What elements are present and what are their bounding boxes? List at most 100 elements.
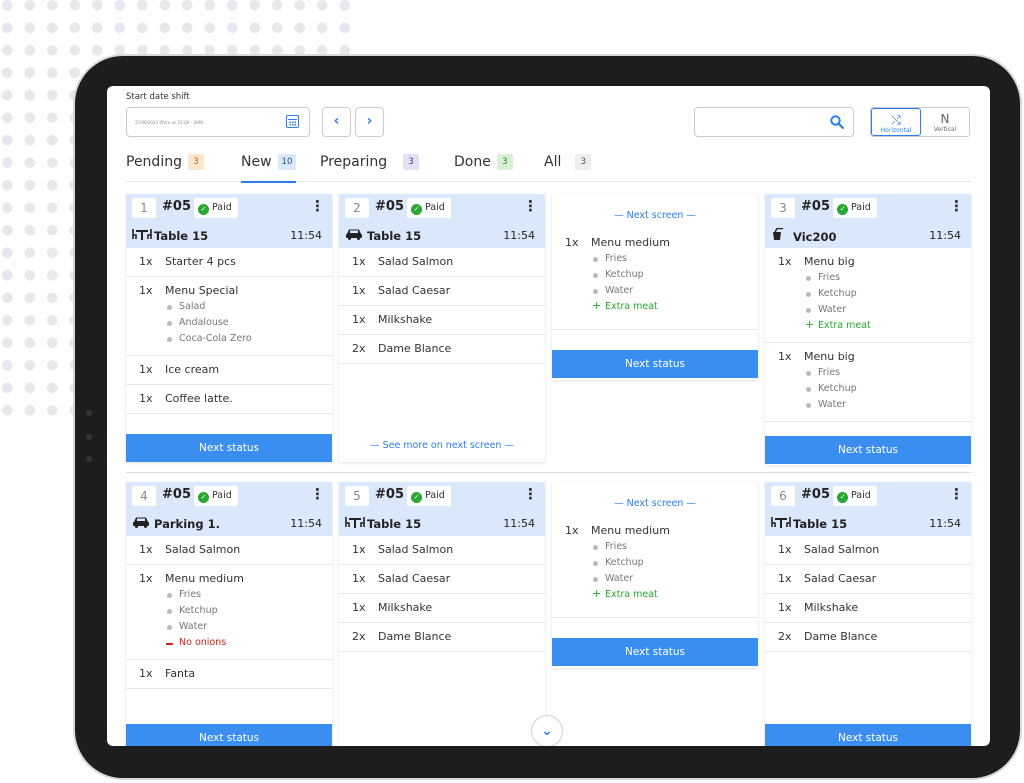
item-quantity: 1x	[778, 543, 792, 556]
tab-preparing[interactable]: Preparing 3	[320, 154, 420, 182]
tab-new[interactable]: New 10	[241, 154, 297, 183]
more-options-icon[interactable]: ⋮	[949, 199, 964, 214]
modifier: Ketchup	[804, 286, 971, 302]
next-status-button[interactable]: Next status	[765, 724, 971, 746]
location-label: Table 15	[367, 229, 422, 243]
check-icon: ✓	[837, 204, 848, 215]
next-date-button[interactable]: ›	[355, 107, 384, 137]
order-number: #05	[375, 199, 404, 214]
order-number: #05	[162, 487, 191, 502]
more-options-icon[interactable]: ⋮	[523, 487, 538, 502]
order-item: 2x Dame Blance	[339, 335, 545, 364]
modifier: Water	[591, 283, 758, 299]
search-input[interactable]	[694, 107, 854, 137]
item-modifiers: FriesKetchupWaterExtra meat	[591, 251, 758, 315]
order-time: 11:54	[929, 229, 961, 242]
next-status-button[interactable]: Next status	[552, 638, 758, 666]
order-item: 1x Fanta	[126, 660, 332, 689]
row-divider	[126, 472, 971, 473]
order-time: 11:54	[929, 517, 961, 530]
more-options-icon[interactable]: ⋮	[310, 487, 325, 502]
paid-badge: ✓ Paid	[194, 486, 238, 506]
order-time: 11:54	[503, 517, 535, 530]
card-location: Table 15	[771, 516, 847, 531]
order-item: 1x Salad Salmon	[339, 248, 545, 277]
order-item: 1x Menu medium FriesKetchupWaterExtra meat	[552, 236, 758, 330]
card-location: Table 15	[345, 516, 421, 531]
more-options-icon[interactable]: ⋮	[949, 487, 964, 502]
order-card: 1 #05 ✓ Paid ⋮ Table 15 11:54 1x Starter 4 pcs 1x…	[126, 194, 332, 462]
next-status-button[interactable]: Next status	[126, 434, 332, 462]
modifier-extra: Extra meat	[591, 298, 758, 315]
next-status-button[interactable]: Next status	[126, 724, 332, 746]
tablet-camera	[86, 410, 92, 416]
date-picker-field[interactable]: 27/06/2023 (from on 22:00 - 3AM)	[126, 107, 310, 137]
modifier: Water	[804, 302, 971, 318]
search-icon[interactable]	[830, 115, 844, 129]
location-label: Table 15	[793, 517, 848, 531]
item-quantity: 1x	[352, 572, 366, 585]
horizontal-layout-icon: ⤭	[891, 113, 901, 127]
date-value: 27/06/2023 (from on 22:00 - 3AM)	[135, 120, 204, 125]
paid-label: Paid	[212, 202, 232, 213]
modifier: Fries	[804, 270, 971, 286]
next-status-button[interactable]: Next status	[765, 436, 971, 464]
next-status-button[interactable]: Next status	[552, 350, 758, 378]
check-icon: ✓	[198, 204, 209, 215]
item-quantity: 1x	[778, 572, 792, 585]
paid-label: Paid	[212, 490, 232, 501]
paid-label: Paid	[425, 202, 445, 213]
tab-all[interactable]: All 3	[544, 154, 592, 182]
next-screen-label: — Next screen —	[614, 210, 696, 221]
item-quantity: 1x	[778, 601, 792, 614]
location-label: Table 15	[367, 517, 422, 531]
card-number: 4	[132, 486, 156, 506]
car-icon	[132, 516, 154, 531]
next-screen-label: — Next screen —	[614, 498, 696, 509]
card-header: 5 #05 ✓ Paid ⋮ Table 15 11:54	[339, 482, 545, 536]
paid-badge: ✓ Paid	[194, 198, 238, 218]
item-quantity: 1x	[139, 284, 153, 297]
card-header: 4 #05 ✓ Paid ⋮ Parking 1. 11:54	[126, 482, 332, 536]
modifier: Ketchup	[165, 603, 332, 619]
tab-label: Done	[454, 154, 491, 170]
modifier: Water	[165, 619, 332, 635]
order-card-continuation: — Next screen — 1x Menu medium Fries Ketchup…	[552, 194, 758, 380]
tablet-sensor	[86, 434, 92, 440]
order-item: 1x Menu big FriesKetchupWaterExtra meat	[765, 248, 971, 343]
more-options-icon[interactable]: ⋮	[310, 199, 325, 214]
tab-done[interactable]: Done 3	[454, 154, 513, 182]
tablet-sensor	[86, 456, 92, 462]
previous-date-button[interactable]: ‹	[322, 107, 351, 137]
vertical-layout-button[interactable]: N Vertical	[921, 108, 969, 136]
paid-label: Paid	[425, 490, 445, 501]
item-name: Salad Caesar	[378, 572, 451, 585]
order-time: 11:54	[290, 517, 322, 530]
order-item: 1x Salad Caesar	[339, 277, 545, 306]
modifier: Ketchup	[591, 267, 758, 283]
card-header: 1 #05 ✓ Paid ⋮ Table 15 11:54	[126, 194, 332, 248]
item-name: Salad Salmon	[378, 255, 454, 268]
see-more-link[interactable]: — See more on next screen —	[339, 440, 545, 451]
location-label: Vic200	[793, 230, 837, 244]
scroll-down-button[interactable]: ⌄	[531, 715, 563, 746]
top-bar: Start date shift 27/06/2023 (from on 22:…	[107, 86, 990, 146]
calendar-icon[interactable]	[286, 115, 299, 128]
horizontal-layout-button[interactable]: ⤭ Horizontal	[871, 108, 921, 136]
more-options-icon[interactable]: ⋮	[523, 199, 538, 214]
item-name: Salad Salmon	[804, 543, 880, 556]
item-modifiers: FriesKetchupWaterExtra meat	[591, 539, 758, 603]
modifier: Fries	[804, 365, 971, 381]
check-icon: ✓	[198, 492, 209, 503]
item-quantity: 1x	[139, 363, 153, 376]
order-card: 5 #05 ✓ Paid ⋮ Table 15 11:54 1x Salad Salmon 1x S…	[339, 482, 545, 746]
modifier: Water	[591, 571, 758, 587]
start-date-label: Start date shift	[126, 92, 190, 102]
card-location: Parking 1.	[132, 516, 220, 531]
vertical-layout-icon: N	[940, 112, 950, 126]
tab-pending[interactable]: Pending 3	[126, 154, 204, 182]
item-quantity: 1x	[352, 255, 366, 268]
card-number: 5	[345, 486, 369, 506]
order-item: 1x Coffee latte.	[126, 385, 332, 414]
order-item: 1x Starter 4 pcs	[126, 248, 332, 277]
